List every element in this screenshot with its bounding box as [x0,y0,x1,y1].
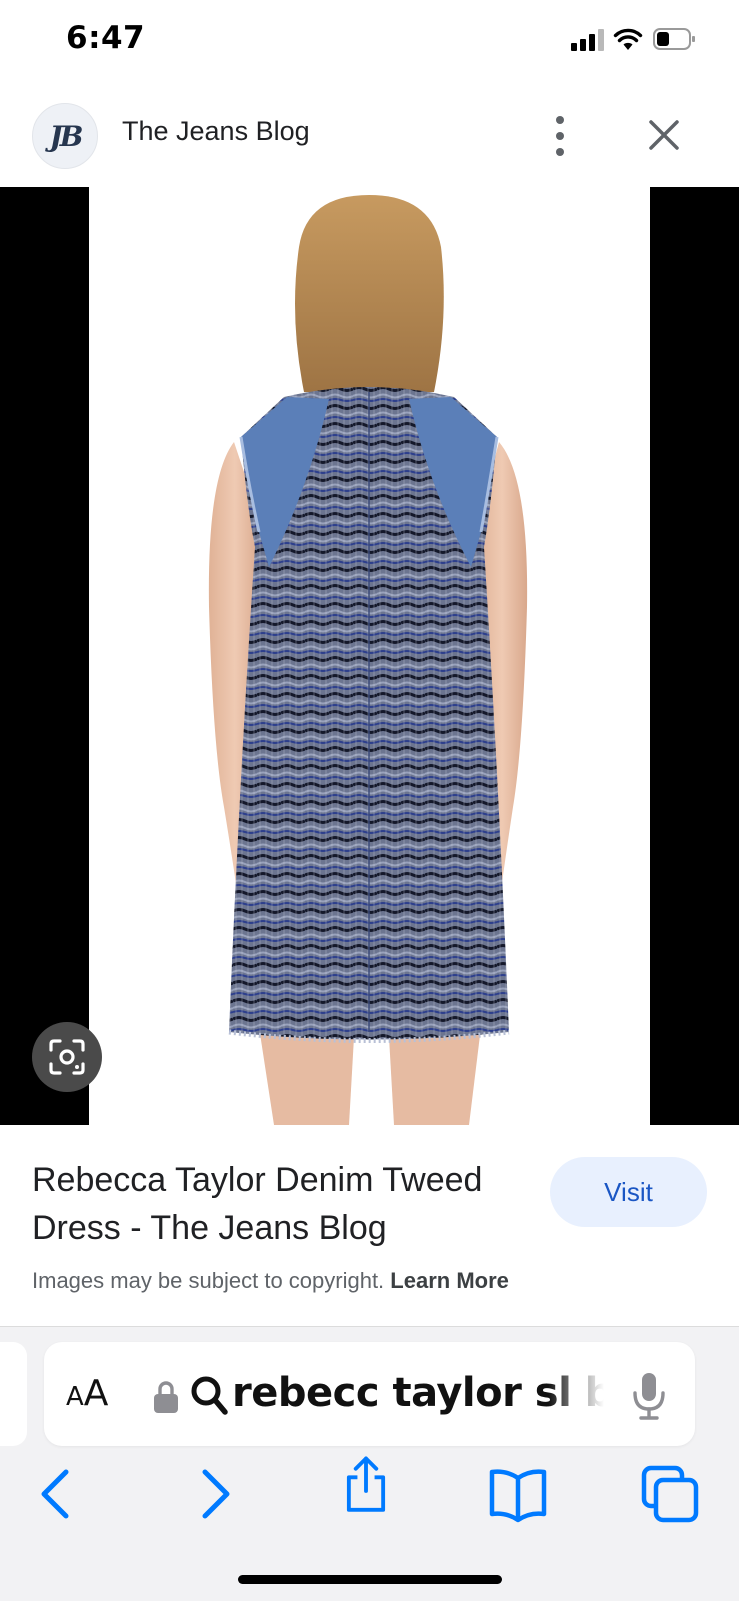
text-size-button[interactable]: AA [66,1373,108,1414]
battery-icon [653,28,695,50]
lens-icon [49,1039,85,1075]
copyright-text: Images may be subject to copyright. [32,1268,385,1293]
result-title[interactable]: Rebecca Taylor Denim Tweed Dress - The J… [32,1156,522,1252]
more-vert-icon[interactable] [552,116,568,156]
close-icon[interactable] [646,117,682,153]
source-title[interactable]: The Jeans Blog [122,116,310,147]
tabs-icon[interactable] [640,1464,700,1524]
product-image[interactable] [89,187,650,1125]
lock-icon [154,1381,178,1413]
copyright-notice: Images may be subject to copyright. Lear… [32,1268,509,1294]
previous-tab-peek[interactable] [0,1342,27,1446]
bookmarks-icon[interactable] [488,1464,548,1524]
back-icon[interactable] [26,1464,86,1524]
search-icon [191,1376,228,1415]
source-avatar-text: JB [49,119,84,153]
home-indicator[interactable] [238,1575,502,1584]
wifi-icon [613,28,643,50]
share-icon[interactable] [336,1455,396,1515]
address-query-text[interactable]: rebecc taylor sl bo [232,1370,604,1416]
learn-more-link[interactable]: Learn More [390,1268,509,1293]
source-avatar[interactable]: JB [32,103,98,169]
signal-icon [571,29,605,51]
forward-icon[interactable] [185,1464,245,1524]
dress-back-illustration [208,195,528,1125]
lens-button[interactable] [32,1022,102,1092]
microphone-icon[interactable] [631,1371,667,1421]
status-time: 6:47 [66,20,146,56]
visit-button[interactable]: Visit [550,1157,707,1227]
